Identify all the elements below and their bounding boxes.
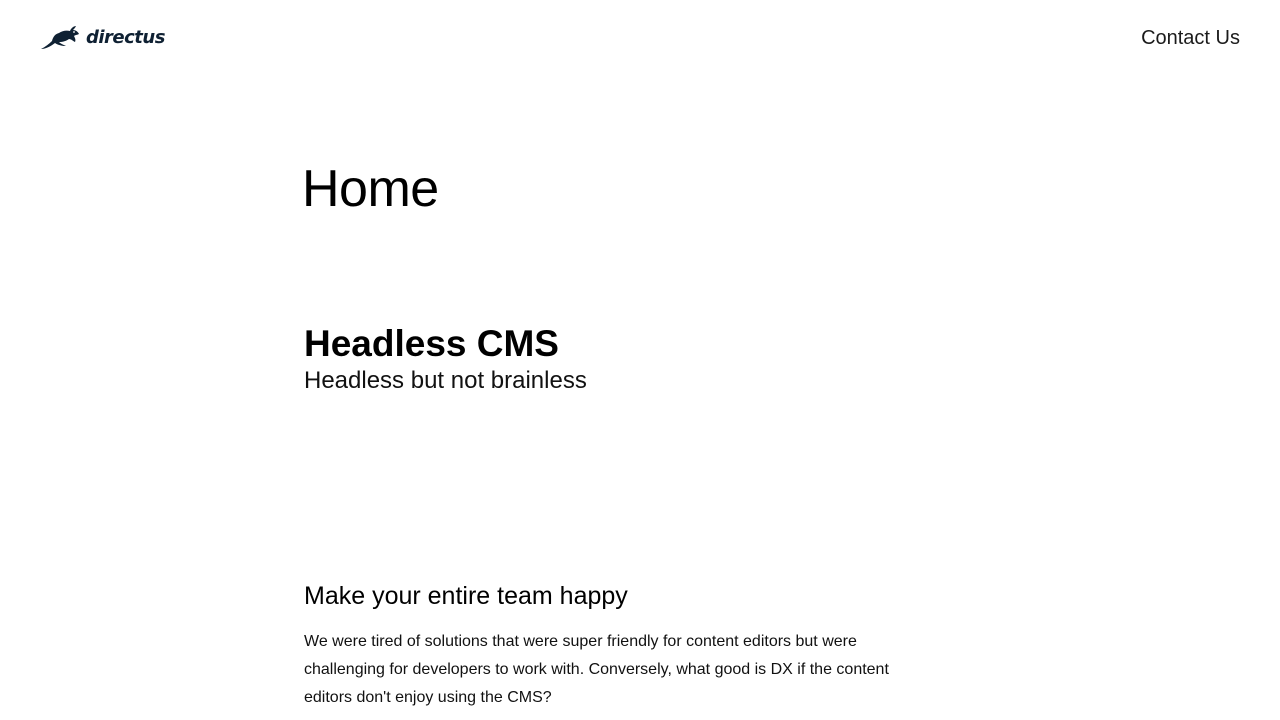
feature-title: Make your entire team happy bbox=[304, 582, 628, 610]
brand-logo-link[interactable]: directus bbox=[40, 24, 165, 52]
rabbit-logo-icon bbox=[40, 25, 80, 51]
page-title: Home bbox=[302, 160, 439, 218]
nav-contact-us-link[interactable]: Contact Us bbox=[1141, 26, 1240, 50]
hero-subtitle: Headless but not brainless bbox=[304, 367, 587, 394]
top-navigation: directus Contact Us bbox=[0, 0, 1280, 76]
feature-body-text: We were tired of solutions that were sup… bbox=[304, 633, 889, 706]
brand-wordmark: directus bbox=[86, 27, 165, 48]
hero-title: Headless CMS bbox=[304, 323, 559, 364]
page: directus Contact Us Home Headless CMS He… bbox=[0, 0, 1280, 720]
